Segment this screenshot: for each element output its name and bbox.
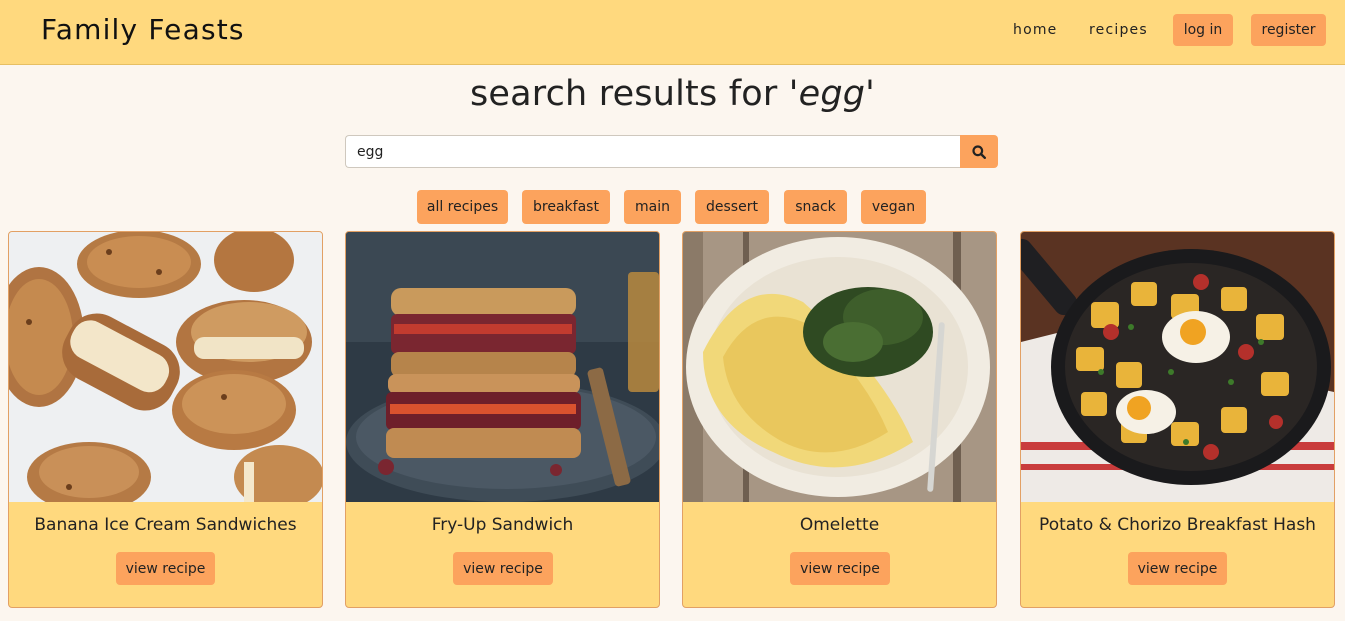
page-title-query: 'egg' [788, 74, 876, 114]
recipe-image-omelette[interactable] [683, 232, 996, 502]
recipe-image-potato-chorizo-hash[interactable] [1021, 232, 1334, 502]
recipe-image-fry-up-sandwich[interactable] [346, 232, 659, 502]
nav-recipes-link[interactable]: recipes [1089, 22, 1148, 38]
brand-logo[interactable]: Family Feasts [41, 13, 245, 46]
navbar: Family Feasts home recipes log in regist… [0, 0, 1345, 65]
filter-dessert[interactable]: dessert [695, 190, 769, 224]
search-icon [972, 144, 986, 159]
recipe-image-banana-ice-cream-sandwiches[interactable] [9, 232, 322, 502]
recipe-title: Omelette [799, 515, 880, 535]
recipe-title: Potato & Chorizo Breakfast Hash [1039, 515, 1316, 535]
filter-all-recipes[interactable]: all recipes [417, 190, 508, 224]
nav-home-link[interactable]: home [1013, 22, 1058, 38]
recipe-title: Fry-Up Sandwich [431, 515, 574, 535]
search-button[interactable] [960, 135, 998, 168]
filter-snack[interactable]: snack [784, 190, 847, 224]
page-title-prefix: search results for [469, 74, 789, 114]
filter-breakfast[interactable]: breakfast [522, 190, 610, 224]
recipe-card: Omelette view recipe [682, 231, 997, 608]
recipe-card: Potato & Chorizo Breakfast Hash view rec… [1020, 231, 1335, 608]
recipe-card: Fry-Up Sandwich view recipe [345, 231, 660, 608]
filter-vegan[interactable]: vegan [861, 190, 926, 224]
view-recipe-button[interactable]: view recipe [116, 552, 215, 585]
register-button[interactable]: register [1251, 14, 1326, 46]
view-recipe-button[interactable]: view recipe [453, 552, 553, 585]
page-title: search results for 'egg' [0, 74, 1345, 114]
login-button[interactable]: log in [1173, 14, 1233, 46]
search-input[interactable] [345, 135, 961, 168]
recipe-title: Banana Ice Cream Sandwiches [34, 515, 297, 535]
view-recipe-button[interactable]: view recipe [790, 552, 890, 585]
recipe-card: Banana Ice Cream Sandwiches view recipe [8, 231, 323, 608]
filter-main[interactable]: main [624, 190, 681, 224]
view-recipe-button[interactable]: view recipe [1128, 552, 1227, 585]
